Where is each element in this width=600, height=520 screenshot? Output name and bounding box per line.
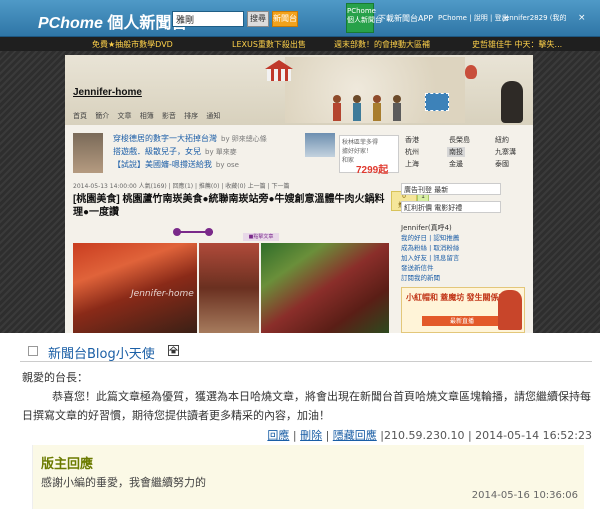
divider xyxy=(20,361,592,362)
pchome-logo[interactable]: PChome 個人新聞台 xyxy=(38,9,187,33)
blog-page: Jennifer-home 首頁 簡介 文章 相簿 影音 排序 通知 穿梭德居的… xyxy=(65,55,533,333)
comment-text: 恭喜您！此篇文章極為優質，獲選為本日哈燒文章，將會出現在新聞台首頁哈燒文章區塊輪… xyxy=(22,390,591,422)
city-link[interactable]: 九寨溝 xyxy=(495,147,516,157)
ad-price: 7299起 xyxy=(356,165,389,176)
sidebar-link[interactable]: 訂閱我的新聞 xyxy=(401,273,459,283)
news-text: 搭遊戲．級散兒子，女兒 xyxy=(113,147,201,156)
news-link[interactable]: 【試說】美國嬸-嗯撐送給我 by ose xyxy=(113,159,239,170)
sidebar-link[interactable]: 加入好友 | 訊息留言 xyxy=(401,253,459,263)
promo-link[interactable]: 史哲雄佳牛 中天：擊失... xyxy=(472,39,562,50)
app-download-icon[interactable]: PChome 個人新聞台 xyxy=(346,3,382,33)
comment-checkbox[interactable] xyxy=(28,346,38,356)
blog-nav: 首頁 簡介 文章 相簿 影音 排序 通知 xyxy=(73,111,226,121)
comment-meta: |210.59.230.10 | 2014-05-14 16:52:23 xyxy=(380,429,592,442)
comment-actions: 回應 | 刪除 | 隱藏回應 |210.59.230.10 | 2014-05-… xyxy=(267,429,592,442)
blog-screenshot: PChome 個人新聞台 搜尋 新聞台 PChome 個人新聞台 下載新聞台AP… xyxy=(0,0,600,333)
pchome-brand: PChome xyxy=(38,15,103,32)
post-meta: 2014-05-13 14:00:00 人氣(169) | 回應(1) | 推薦… xyxy=(73,183,290,190)
city-link[interactable]: 紐約 xyxy=(495,135,509,145)
sidebar-ad-title: 小紅帽和 蓋魔坊 發生關係？ xyxy=(406,293,507,302)
commenter-name[interactable]: 新聞台Blog小天使 xyxy=(48,343,155,362)
red-hood-figure xyxy=(498,290,522,330)
circus-tent-icon xyxy=(265,60,293,81)
reply-link[interactable]: 回應 xyxy=(267,429,289,442)
nav-item-home[interactable]: 首頁 xyxy=(73,112,87,120)
username-link[interactable]: jennifer2829 (我的 xyxy=(503,13,567,23)
ad-post-button[interactable]: 廣告刊登 最新 xyxy=(401,183,501,195)
comment-section: 新聞台Blog小天使 親愛的台長： 恭喜您！此篇文章極為優質，獲選為本日哈燒文章… xyxy=(0,333,600,520)
photo-watermark: Jennifer-home xyxy=(131,289,194,299)
food-photo[interactable] xyxy=(261,243,389,333)
news-link[interactable]: 穿梭德居的數字一大拓掉台灣 by 卵來總心條 xyxy=(113,133,267,144)
slider-knob[interactable] xyxy=(205,228,213,236)
promo-link[interactable]: 免費★抽般市數學DVD xyxy=(92,39,173,50)
pchome-toolbar: PChome 個人新聞台 搜尋 新聞台 PChome 個人新聞台 下載新聞台AP… xyxy=(0,0,600,37)
blog-banner: Jennifer-home 首頁 簡介 文章 相簿 影音 排序 通知 xyxy=(65,55,533,125)
delete-link[interactable]: 刪除 xyxy=(300,429,322,442)
city-link[interactable]: 金邊 xyxy=(449,159,463,169)
bear-figure xyxy=(501,81,523,123)
news-text: 穿梭德居的數字一大拓掉台灣 xyxy=(113,134,217,143)
city-link[interactable]: 長榮島 xyxy=(449,135,470,145)
post-title[interactable]: [桃園美食] 桃園蘆竹南崁美食●統聯南崁站旁●牛嫂創意溫體牛肉火鍋料理●一度讚 xyxy=(73,193,389,219)
news-link[interactable]: 搭遊戲．級散兒子，女兒 by 單來麥 xyxy=(113,146,237,157)
city-link-selected[interactable]: 南投 xyxy=(447,147,465,157)
nav-item-about[interactable]: 簡介 xyxy=(95,112,109,120)
city-link[interactable]: 杭州 xyxy=(405,147,419,157)
promo-bar: 免費★抽般市數學DVD LEXUS重數下殺出售 週末部數！的會掉動大區補 史哲雄… xyxy=(0,37,600,51)
search-input[interactable] xyxy=(172,11,244,27)
sidebar-ad-subtitle: 最新直播 xyxy=(422,316,502,326)
news-thumbnail[interactable] xyxy=(73,133,103,173)
image-slider[interactable] xyxy=(173,228,213,236)
slider-knob[interactable] xyxy=(173,228,181,236)
news-author: by ose xyxy=(215,161,239,169)
news-author: by 卵來總心條 xyxy=(221,135,267,143)
sidebar-link[interactable]: 我的好日 | 認知推薦 xyxy=(401,233,459,243)
sidebar-ad[interactable]: 小紅帽和 蓋魔坊 發生關係？ 最新直播 xyxy=(401,287,525,333)
bonus-button[interactable]: 紅利折價 電影好禮 xyxy=(401,201,501,213)
food-photo[interactable] xyxy=(199,243,259,333)
close-icon[interactable]: × xyxy=(578,13,586,23)
sidebar-username[interactable]: Jennifer(真呼4) xyxy=(401,223,452,233)
account-links[interactable]: PChome | 說明 | 登出 xyxy=(438,13,509,23)
nav-item-notify[interactable]: 通知 xyxy=(206,112,220,120)
comment-greeting: 親愛的台長： xyxy=(22,371,88,384)
hot-air-balloon-icon xyxy=(465,65,477,79)
figures-illustration xyxy=(333,95,401,121)
news-strip: 穿梭德居的數字一大拓掉台灣 by 卵來總心條 搭遊戲．級散兒子，女兒 by 單來麥 … xyxy=(73,133,525,176)
app-download-link[interactable]: 下載新聞台APP xyxy=(378,13,433,24)
nav-item-articles[interactable]: 文章 xyxy=(117,112,131,120)
owner-reply-box: 版主回應 感謝小編的垂愛，我會繼續努力的 2014-05-16 10:36:06 xyxy=(32,445,584,509)
owner-reply-title: 版主回應 xyxy=(41,457,94,472)
nav-item-video[interactable]: 影音 xyxy=(162,112,176,120)
owner-reply-time: 2014-05-16 10:36:06 xyxy=(471,490,578,501)
post-photos: Jennifer-home xyxy=(73,243,389,333)
sidebar-link[interactable]: 成為粉絲 | 取消粉絲 xyxy=(401,243,459,253)
new-blog-button[interactable]: 新聞台 xyxy=(272,11,298,27)
page-background: Jennifer-home 首頁 簡介 文章 相簿 影音 排序 通知 穿梭德居的… xyxy=(0,51,600,333)
owner-reply-text: 感謝小編的垂愛，我會繼續努力的 xyxy=(41,476,206,489)
blog-title[interactable]: Jennifer-home xyxy=(73,87,142,98)
sidebar-links: 我的好日 | 認知推薦 成為粉絲 | 取消粉絲 加入好友 | 訊息留言 發送新信… xyxy=(401,233,459,283)
promo-link[interactable]: 週末部數！的會掉動大區補 xyxy=(334,39,430,50)
nav-item-album[interactable]: 相簿 xyxy=(140,112,154,120)
news-author: by 單來麥 xyxy=(205,148,237,156)
city-link[interactable]: 香港 xyxy=(405,135,419,145)
search-button[interactable]: 搜尋 xyxy=(247,11,269,27)
home-icon[interactable] xyxy=(168,345,179,356)
city-grid: 香港 長榮島 紐約 杭州 南投 九寨溝 上海 金邊 泰國 xyxy=(403,133,525,173)
nav-item-sort[interactable]: 排序 xyxy=(184,112,198,120)
blog-sidebar: 廣告刊登 最新 紅利折價 電影好禮 Jennifer(真呼4) 我的好日 | 認… xyxy=(401,183,525,333)
hide-reply-link[interactable]: 隱藏回應 xyxy=(333,429,377,442)
promo-link[interactable]: LEXUS重數下殺出售 xyxy=(232,39,306,50)
stamp-icon xyxy=(425,93,449,111)
food-photo[interactable] xyxy=(73,243,197,333)
comment-body: 親愛的台長： 恭喜您！此篇文章極為優質，獲選為本日哈燒文章，將會出現在新聞台首頁… xyxy=(22,368,594,425)
city-link[interactable]: 上海 xyxy=(405,159,419,169)
news-text: 【試說】美國嬸-嗯撐送給我 xyxy=(113,160,212,169)
city-link[interactable]: 泰國 xyxy=(495,159,509,169)
ad-thumbnail[interactable] xyxy=(305,133,335,157)
photo-caption: ■點擊文章 xyxy=(243,233,279,241)
sidebar-link[interactable]: 發送新信件 xyxy=(401,263,459,273)
